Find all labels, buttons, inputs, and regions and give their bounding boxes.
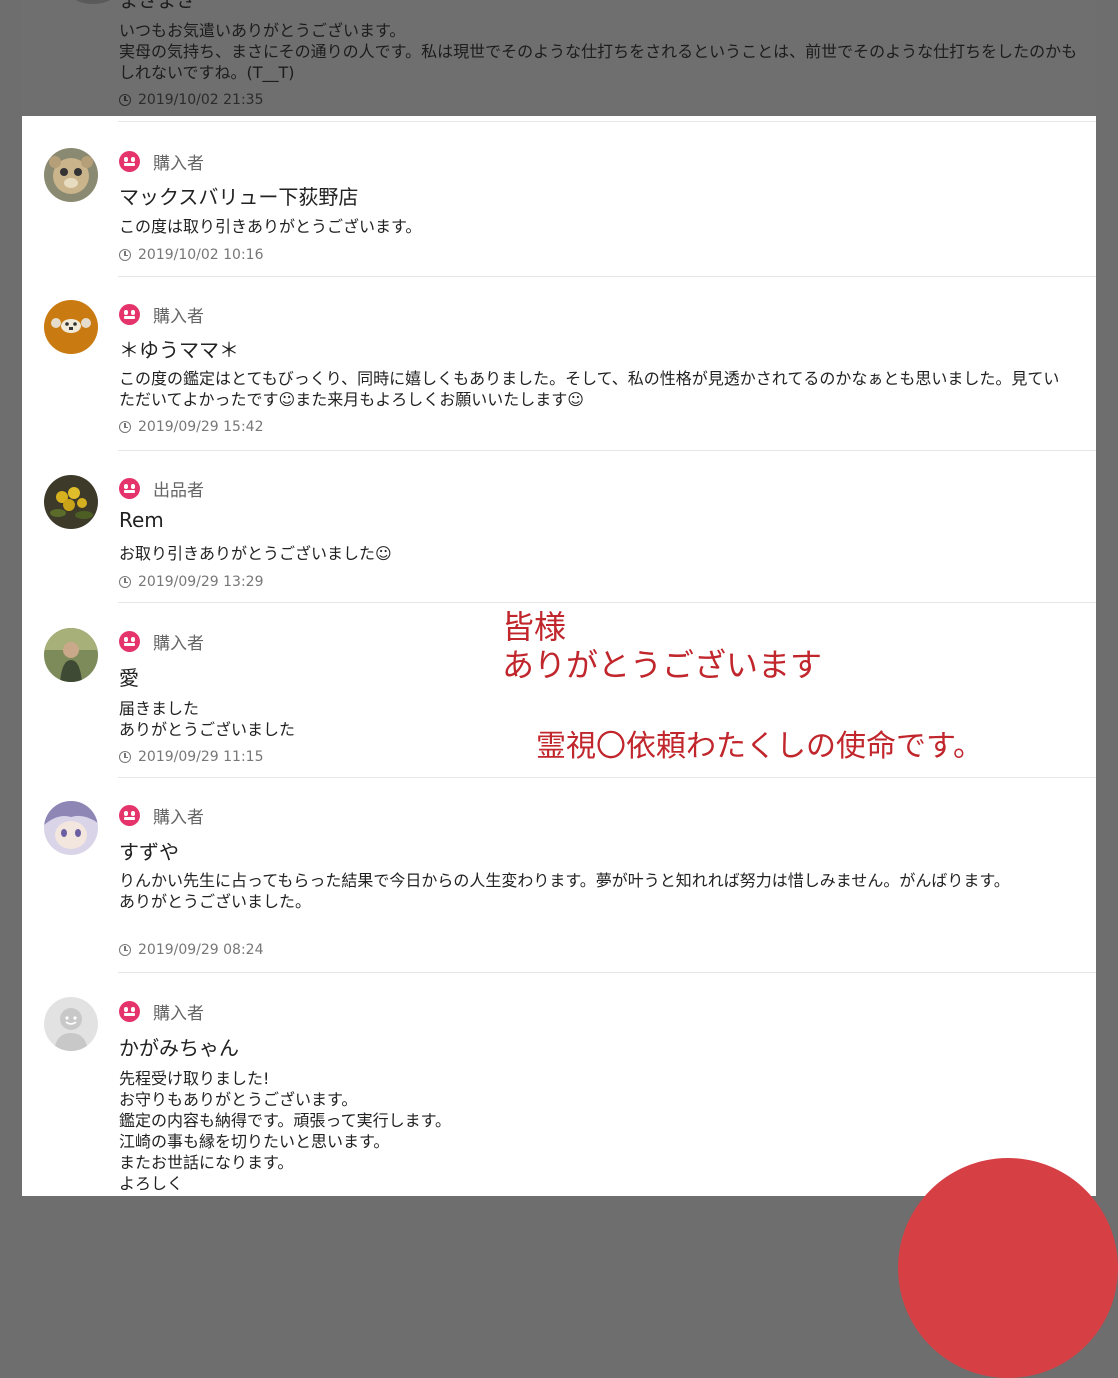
smile-icon: [119, 304, 140, 325]
role-label: 出品者: [119, 476, 204, 501]
review-date: 2019/09/29 11:15: [119, 749, 264, 765]
smile-icon: [119, 805, 140, 826]
divider: [118, 121, 1096, 122]
smile-icon: [119, 1001, 140, 1022]
review-comment: りんかい先生に占ってもらった結果で今日からの人生変わります。夢が叶うと知れれば努…: [119, 871, 1010, 911]
avatar-anime-icon[interactable]: [44, 801, 98, 855]
previous-review: まさまさ いつもお気遣いありがとうございます。 実母の気持ち、まさにその通りの人…: [22, 0, 1096, 116]
role-label: 購入者: [119, 803, 204, 828]
review-date: 2019/10/02 21:35: [119, 92, 264, 108]
user-name[interactable]: 愛: [119, 662, 139, 691]
clock-icon: [119, 421, 131, 433]
clock-icon: [119, 249, 131, 261]
divider: [118, 777, 1096, 778]
divider: [118, 972, 1096, 973]
divider: [118, 602, 1096, 603]
review-comment: お取り引きありがとうございました☺: [119, 544, 392, 563]
clock-icon: [119, 94, 131, 106]
review-date: 2019/09/29 15:42: [119, 419, 264, 435]
floating-action-button[interactable]: [898, 1158, 1118, 1378]
review-date: 2019/09/29 08:24: [119, 942, 264, 958]
clock-icon: [119, 576, 131, 588]
user-name[interactable]: すずや: [119, 836, 179, 865]
role-label: 購入者: [119, 302, 204, 327]
annotation-thanks: ありがとうございます: [502, 646, 823, 684]
avatar-monkey-icon[interactable]: [44, 148, 98, 202]
role-label: 購入者: [119, 999, 204, 1024]
user-name[interactable]: マックスバリュー下荻野店: [119, 181, 358, 210]
review-comment: 先程受け取りました! お守りもありがとうございます。 鑑定の内容も納得です。頑張…: [119, 1069, 452, 1193]
annotation-greeting: 皆様: [502, 608, 567, 646]
avatar-fruit-icon[interactable]: [44, 475, 98, 529]
review-date: 2019/10/02 10:16: [119, 247, 264, 263]
annotation-mission: 霊視〇依頼わたくしの使命です。: [536, 729, 983, 764]
role-label: 購入者: [119, 629, 204, 654]
avatar-default-icon[interactable]: [44, 997, 98, 1051]
user-name: まさまさ: [119, 0, 196, 12]
reviews-panel: 購入者 マックスバリュー下荻野店 この度は取り引きありがとうございます。 201…: [22, 116, 1096, 1196]
user-name[interactable]: ＊ゆうママ＊: [119, 334, 239, 363]
user-name[interactable]: Rem: [119, 508, 164, 532]
review-date: 2019/09/29 13:29: [119, 574, 264, 590]
avatar-person-icon[interactable]: [44, 628, 98, 682]
review-comment: いつもお気遣いありがとうございます。 実母の気持ち、まさにその通りの人です。私は…: [119, 21, 1078, 82]
smile-icon: [119, 478, 140, 499]
smile-icon: [119, 151, 140, 172]
divider: [118, 276, 1096, 277]
divider: [118, 450, 1096, 451]
clock-icon: [119, 944, 131, 956]
role-label: 購入者: [119, 149, 204, 174]
clock-icon: [119, 751, 131, 763]
review-comment: この度の鑑定はとてもびっくり、同時に嬉しくもありました。そして、私の性格が見透か…: [119, 369, 1060, 409]
user-name[interactable]: かがみちゃん: [119, 1032, 239, 1061]
avatar: [66, 0, 120, 4]
smile-icon: [119, 631, 140, 652]
review-comment: この度は取り引きありがとうございます。: [119, 217, 422, 236]
avatar-bear-icon[interactable]: [44, 300, 98, 354]
